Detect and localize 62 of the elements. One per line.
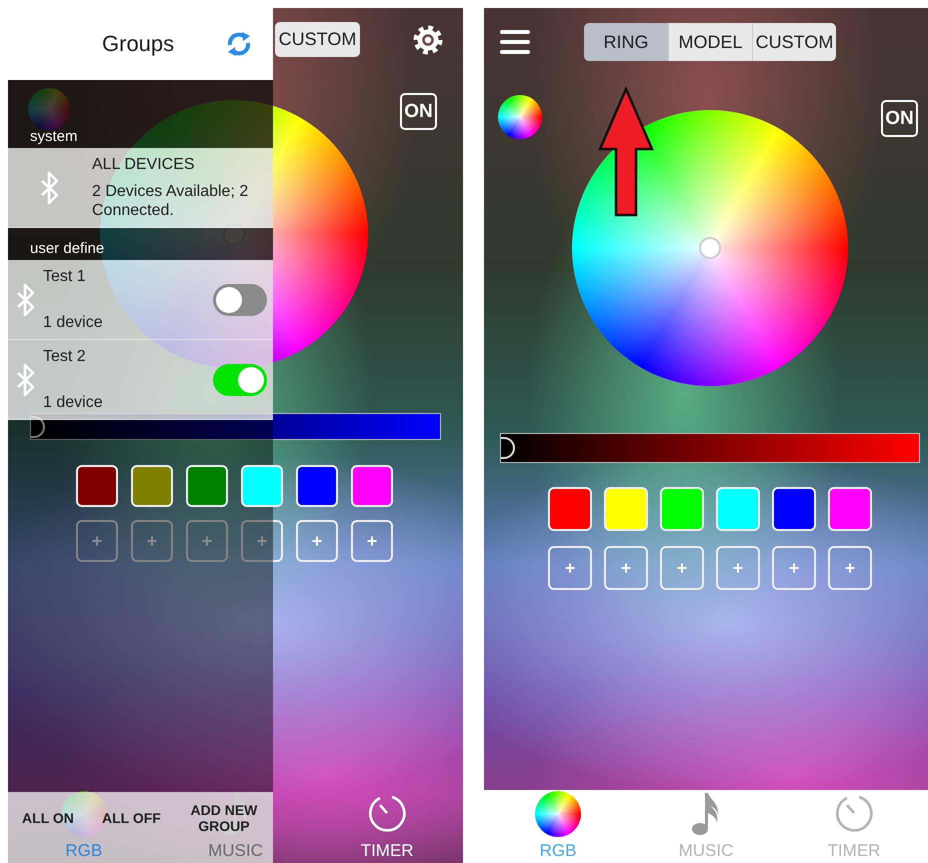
settings-icon[interactable] [412, 24, 444, 56]
color-swatch[interactable] [76, 465, 118, 507]
mode-tab[interactable]: MODEL [668, 23, 752, 61]
add-color-button[interactable]: + [716, 546, 760, 590]
section-header: system [8, 80, 273, 148]
nav-tab[interactable]: TIMER [809, 791, 899, 861]
bluetooth-icon [40, 170, 60, 204]
mode-tab[interactable]: CUSTOM [752, 23, 836, 61]
group-row[interactable]: Test 1 1 device [8, 260, 273, 340]
toggle-switch[interactable] [213, 364, 267, 396]
color-swatch[interactable] [828, 487, 872, 531]
mode-tab[interactable]: RING [584, 23, 668, 61]
group-name: Test 1 [43, 268, 87, 286]
color-swatch[interactable] [548, 487, 592, 531]
bluetooth-icon [16, 362, 36, 396]
menu-icon[interactable] [500, 29, 530, 55]
add-color-button[interactable]: + [548, 546, 592, 590]
color-swatch[interactable] [241, 465, 283, 507]
color-swatch[interactable] [604, 487, 648, 531]
nav-tab[interactable]: RGB [513, 791, 603, 861]
section-header: user define [8, 228, 273, 260]
add-color-button[interactable]: + [660, 546, 704, 590]
color-preview-icon [498, 95, 542, 139]
add-color-button[interactable]: + [241, 520, 283, 562]
add-color-button[interactable]: + [186, 520, 228, 562]
action-button[interactable]: ADD NEW GROUP [188, 800, 259, 836]
add-color-button[interactable]: + [131, 520, 173, 562]
color-swatch[interactable] [660, 487, 704, 531]
slider-thumb[interactable] [501, 437, 515, 459]
add-color-button[interactable]: + [604, 546, 648, 590]
color-swatch[interactable] [772, 487, 816, 531]
power-button[interactable]: ON [400, 93, 437, 130]
brightness-slider[interactable] [500, 433, 920, 463]
color-swatch[interactable] [351, 465, 393, 507]
add-color-button[interactable]: + [76, 520, 118, 562]
bluetooth-icon [16, 282, 36, 316]
add-color-button[interactable]: + [772, 546, 816, 590]
drawer-title: Groups [102, 31, 174, 57]
toggle-switch[interactable] [213, 284, 267, 316]
add-color-button[interactable]: + [828, 546, 872, 590]
action-button[interactable]: ALL ON [22, 800, 74, 836]
color-wheel-icon [535, 791, 581, 837]
music-note-icon [691, 791, 721, 837]
add-color-button[interactable]: + [296, 520, 338, 562]
group-name: Test 2 [43, 348, 87, 366]
action-button[interactable]: ALL OFF [102, 800, 161, 836]
refresh-icon[interactable] [225, 30, 253, 58]
group-row[interactable]: ALL DEVICES 2 Devices Available; 2 Connected. [8, 148, 273, 228]
group-name: ALL DEVICES [92, 156, 196, 174]
group-row[interactable]: Test 2 1 device [8, 340, 273, 420]
color-swatch[interactable] [296, 465, 338, 507]
mode-tab[interactable]: CUSTOM [275, 22, 360, 57]
color-swatch[interactable] [716, 487, 760, 531]
nav-tab[interactable]: MUSIC [661, 791, 751, 861]
power-button[interactable]: ON [881, 100, 918, 137]
color-swatch[interactable] [186, 465, 228, 507]
group-detail: 1 device [43, 392, 104, 412]
nav-tab[interactable]: TIMER [342, 791, 432, 861]
group-detail: 1 device [43, 312, 104, 332]
group-detail: 2 Devices Available; 2 Connected. [92, 182, 250, 220]
add-color-button[interactable]: + [351, 520, 393, 562]
color-swatch[interactable] [131, 465, 173, 507]
